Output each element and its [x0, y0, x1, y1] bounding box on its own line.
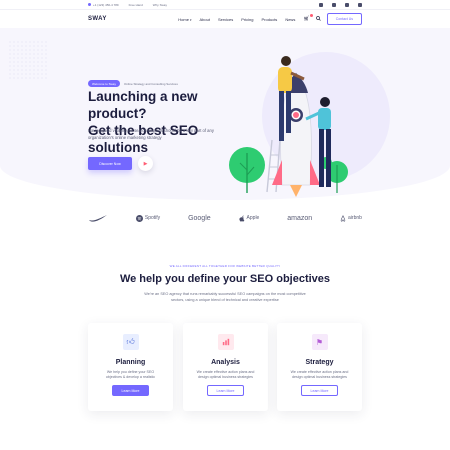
card-text: We create effective action plans and des…: [196, 370, 255, 379]
linkedin-icon[interactable]: [358, 2, 362, 7]
search-icon[interactable]: [315, 15, 321, 23]
brand-apple: Apple: [238, 215, 260, 222]
brand-amazon: amazon: [287, 215, 312, 222]
chevron-down-icon: ▾: [189, 17, 192, 22]
spotify-icon: [135, 214, 143, 222]
card-title: Strategy: [305, 359, 334, 366]
nike-swoosh-icon: [89, 215, 107, 222]
hero-illustration: [229, 56, 348, 197]
help-link[interactable]: Free Hand: [129, 3, 143, 7]
nav-about[interactable]: About: [199, 17, 209, 22]
dot-pattern: [8, 40, 48, 80]
main-nav: Home▾ About Services Pricing Products Ne…: [178, 17, 295, 22]
nav-services[interactable]: Services: [218, 17, 233, 22]
section-kicker: WE ALL DIFFERENT ALL TOGETHER FOR WEBSIT…: [169, 264, 281, 268]
service-card-analysis: Analysis We create effective action plan…: [183, 323, 268, 411]
bar-chart-icon: [217, 334, 234, 350]
section-subtitle: We're an SEO agency that runs remarkably…: [144, 292, 306, 302]
hero-badge-text: Online Strategy and Consulting Services: [123, 81, 178, 86]
nav-home-label: Home: [178, 16, 189, 22]
apple-icon: [238, 215, 244, 222]
nav-news[interactable]: News: [285, 17, 295, 22]
section-title: We help you define your SEO objectives: [119, 273, 331, 285]
brand-airbnb-label: airbnb: [348, 215, 362, 221]
card-title: Analysis: [211, 359, 240, 366]
top-bar: +1 (123) 456-4 789 Free Hand Why Sway: [0, 0, 450, 10]
contact-button[interactable]: Contact Us: [326, 13, 362, 25]
instagram-icon[interactable]: [345, 2, 349, 7]
brand-google: Google: [188, 215, 211, 222]
discover-button[interactable]: Discover Now: [88, 157, 132, 170]
learn-more-button[interactable]: Learn More: [206, 385, 245, 396]
why-link[interactable]: Why Sway: [153, 3, 167, 7]
cart-icon[interactable]: 🛒︎: [303, 14, 313, 22]
logo[interactable]: SWAY: [88, 16, 107, 22]
phone-info[interactable]: +1 (123) 456-4 789: [88, 3, 119, 7]
airbnb-icon: [340, 214, 346, 222]
brand-spotify: Spotify: [135, 214, 161, 222]
thumbs-up-icon: 👍︎: [122, 334, 139, 350]
site-header: SWAY Home▾ About Services Pricing Produc…: [0, 10, 450, 28]
brand-apple-label: Apple: [246, 215, 260, 221]
nav-pricing[interactable]: Pricing: [241, 17, 253, 22]
hero-badge-row: Welcome to Sway Online Strategy and Cons…: [88, 80, 178, 87]
card-title: Planning: [115, 359, 146, 366]
twitter-icon[interactable]: [332, 2, 336, 7]
nav-home[interactable]: Home▾: [178, 17, 191, 22]
social-links: [319, 2, 362, 7]
brand-amazon-label: amazon: [287, 214, 313, 222]
play-icon: ▶: [143, 160, 148, 167]
hero-badge: Welcome to Sway: [88, 80, 120, 87]
nav-products[interactable]: Products: [262, 17, 278, 22]
play-button[interactable]: ▶: [138, 156, 153, 171]
brand-spotify-label: Spotify: [144, 215, 161, 221]
cart-badge: [309, 14, 313, 17]
phone-text: +1 (123) 456-4 789: [93, 2, 119, 7]
brand-nike: [88, 214, 108, 222]
hero-subtitle: Having good visibility on search engines…: [88, 128, 214, 140]
service-card-strategy: ⚑ Strategy We create effective action pl…: [277, 323, 362, 411]
service-card-planning: 👍︎ Planning We help you define your SEO …: [88, 323, 173, 411]
facebook-icon[interactable]: [319, 2, 323, 7]
phone-icon: [88, 3, 91, 6]
learn-more-button[interactable]: Learn More: [300, 385, 339, 396]
brand-logos: Spotify Google Apple amazon airbnb: [88, 214, 362, 222]
brand-airbnb: airbnb: [340, 214, 362, 222]
learn-more-button[interactable]: Learn More: [111, 385, 150, 396]
flag-icon: ⚑: [311, 334, 328, 350]
card-text: We create effective action plans and des…: [290, 370, 349, 379]
card-text: We help you define your SEO objectives &…: [105, 370, 156, 379]
brand-google-label: Google: [188, 214, 211, 222]
